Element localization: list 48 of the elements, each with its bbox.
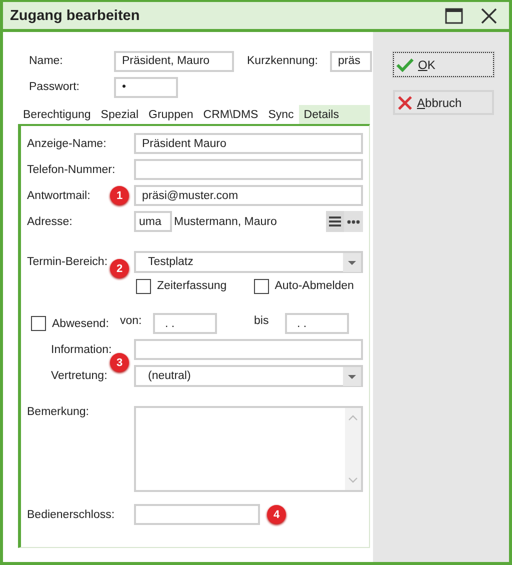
number-marker: 3 (110, 353, 129, 372)
maximize-icon[interactable] (445, 8, 463, 24)
field-label: Telefon-Nummer: (27, 164, 116, 176)
field-label: Passwort: (28, 81, 80, 93)
checkbox-label: Zeiterfassung (157, 280, 227, 292)
field-label: Bemerkung: (27, 406, 90, 418)
close-icon[interactable] (481, 8, 497, 24)
number-marker: 4 (267, 505, 286, 524)
checkbox-label: Auto-Abmelden (274, 280, 354, 292)
field-label: Vertretung: (51, 370, 108, 382)
field-label: Information: (51, 344, 112, 356)
to-date-field[interactable]: . . (285, 313, 349, 334)
cross-icon (397, 94, 413, 110)
checkbox[interactable] (136, 278, 151, 294)
cancel-button[interactable]: Abbruch (393, 90, 494, 115)
field-label: Termin-Bereich: (27, 256, 108, 268)
information-field[interactable] (134, 339, 363, 360)
operator-lock-field[interactable] (134, 504, 260, 525)
tab[interactable]: Details (298, 105, 370, 124)
address-name: Mustermann, Mauro (174, 216, 278, 228)
calendar-dropdown[interactable]: Testplatz (134, 251, 363, 273)
password-field[interactable]: • (114, 76, 178, 98)
field-label: Kurzkennung: (247, 55, 318, 67)
ok-button[interactable]: OK (393, 52, 494, 77)
list-icon[interactable] (326, 211, 344, 232)
reply-mail-field[interactable]: präsi@muster.com (134, 185, 363, 206)
field-label: Anzeige-Name: (27, 138, 108, 150)
checkbox[interactable] (254, 278, 269, 294)
window-title: Zugang bearbeiten (10, 8, 141, 24)
address-code-field[interactable]: uma (134, 211, 172, 232)
number-marker: 1 (110, 186, 129, 205)
field-label: bis (254, 315, 270, 327)
display-name-field[interactable]: Präsident Mauro (134, 133, 363, 154)
field-label: Bedienerschloss: (27, 508, 116, 520)
name-field[interactable]: Präsident, Mauro (114, 50, 234, 72)
checkbox[interactable] (31, 316, 46, 331)
number-marker: 2 (110, 259, 129, 278)
checkbox-label: Abwesend: (52, 318, 110, 330)
phone-field[interactable] (134, 159, 363, 180)
short-id-field[interactable]: präs (330, 50, 372, 72)
deputy-dropdown[interactable]: (neutral) (134, 365, 363, 387)
field-label: Adresse: (27, 216, 74, 228)
from-date-field[interactable]: . . (153, 313, 217, 334)
field-label: Antwortmail: (27, 190, 90, 202)
field-label: von: (120, 315, 143, 327)
field-label: Name: (28, 55, 64, 67)
more-icon[interactable] (344, 211, 363, 232)
checkmark-icon (396, 58, 414, 72)
